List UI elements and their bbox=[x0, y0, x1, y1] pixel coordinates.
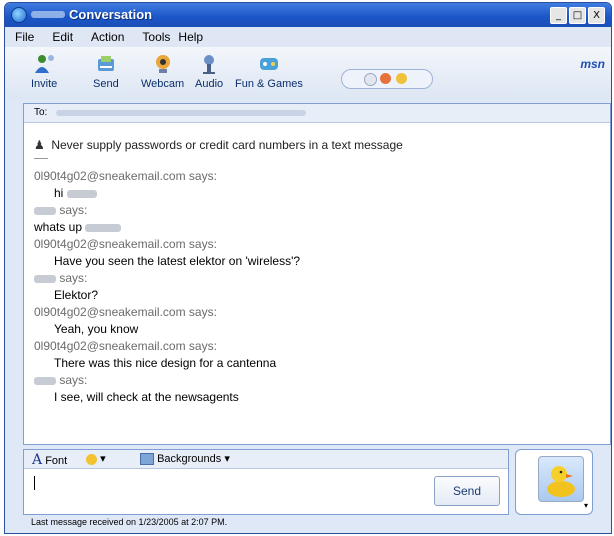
window-title: Conversation bbox=[69, 7, 153, 22]
display-picture[interactable] bbox=[538, 456, 584, 502]
fun-games-label: Fun & Games bbox=[235, 78, 303, 90]
message-text: Elektor? bbox=[54, 288, 99, 302]
backgrounds-button[interactable]: Backgrounds ▾ bbox=[140, 452, 230, 466]
conversation-history[interactable]: To: ♟ Never supply passwords or credit c… bbox=[23, 103, 611, 445]
message-sender: 0l90t4g02@sneakemail.com says: bbox=[34, 305, 217, 319]
compose-area: A Font ▾ Backgrounds ▾ Send bbox=[23, 449, 509, 515]
send-files-button[interactable]: Send bbox=[93, 53, 119, 90]
menu-tools[interactable]: Tools bbox=[142, 30, 170, 44]
title-bar[interactable]: Conversation _ □ X bbox=[5, 3, 611, 27]
sidebar-gutter bbox=[7, 103, 19, 513]
toolbar: Invite Send Webcam Audio Fun & Games msn bbox=[5, 47, 611, 99]
invite-button[interactable]: Invite bbox=[31, 53, 57, 90]
message-sender: 0l90t4g02@sneakemail.com says: bbox=[34, 237, 217, 251]
invite-icon bbox=[32, 53, 56, 75]
maximize-button[interactable]: □ bbox=[569, 7, 586, 24]
message-body: hi bbox=[54, 186, 64, 200]
message-sender: says: bbox=[34, 202, 600, 219]
wink-tab-icon[interactable] bbox=[396, 73, 407, 84]
to-bar: To: bbox=[24, 104, 610, 123]
display-picture-panel[interactable]: ▾ bbox=[515, 449, 593, 515]
chevron-down-icon: ▾ bbox=[100, 453, 106, 465]
message-sender: 0l90t4g02@sneakemail.com says: bbox=[34, 339, 217, 353]
flower-tab-icon[interactable] bbox=[380, 73, 391, 84]
message-text: Have you seen the latest elektor on 'wir… bbox=[54, 254, 301, 268]
redacted-name bbox=[34, 274, 56, 283]
message-input[interactable] bbox=[28, 470, 428, 510]
security-warning: ♟ Never supply passwords or credit card … bbox=[34, 138, 403, 152]
message-list: 0l90t4g02@sneakemail.com says: hi says: … bbox=[34, 168, 600, 406]
webcam-button[interactable]: Webcam bbox=[141, 53, 184, 90]
redacted-name bbox=[85, 223, 122, 232]
message-text: hi bbox=[34, 185, 600, 202]
conversation-window: Conversation _ □ X File Edit Action Tool… bbox=[4, 2, 612, 534]
divider bbox=[34, 158, 48, 159]
redacted-name bbox=[34, 206, 56, 215]
message-sender: 0l90t4g02@sneakemail.com says: bbox=[34, 169, 217, 183]
duck-icon bbox=[547, 466, 575, 497]
message-sender-suffix: says: bbox=[59, 203, 88, 217]
menu-bar: File Edit Action Tools Help bbox=[5, 27, 611, 47]
menu-edit[interactable]: Edit bbox=[52, 30, 73, 44]
message-body: whats up bbox=[34, 220, 83, 234]
menu-help[interactable]: Help bbox=[178, 30, 203, 44]
audio-label: Audio bbox=[195, 78, 224, 90]
backgrounds-icon bbox=[140, 453, 154, 466]
fun-games-button[interactable]: Fun & Games bbox=[235, 53, 303, 90]
message-text: Yeah, you know bbox=[54, 322, 139, 336]
send-files-label: Send bbox=[93, 78, 119, 90]
menu-action[interactable]: Action bbox=[91, 30, 124, 44]
warning-text: Never supply passwords or credit card nu… bbox=[51, 138, 403, 152]
redacted-contact-name bbox=[31, 11, 65, 18]
emoticon-tab-icon[interactable] bbox=[364, 73, 377, 86]
chevron-down-icon[interactable]: ▾ bbox=[584, 501, 588, 510]
message-text: whats up bbox=[34, 219, 600, 236]
message-sender: says: bbox=[34, 372, 600, 389]
menu-file[interactable]: File bbox=[15, 30, 34, 44]
chevron-down-icon: ▾ bbox=[224, 453, 230, 465]
redacted-name bbox=[66, 189, 97, 198]
font-button[interactable]: A Font bbox=[32, 452, 67, 468]
message-sender: says: bbox=[34, 270, 600, 287]
msn-logo: msn bbox=[580, 57, 605, 71]
window-controls: _ □ X bbox=[550, 7, 605, 24]
send-button[interactable]: Send bbox=[434, 476, 500, 506]
audio-button[interactable]: Audio bbox=[195, 53, 223, 90]
format-bar: A Font ▾ Backgrounds ▾ bbox=[24, 450, 508, 469]
message-sender-suffix: says: bbox=[59, 373, 88, 387]
redacted-name bbox=[34, 376, 56, 385]
message-text: I see, will check at the newsagents bbox=[54, 390, 239, 404]
msn-messenger-icon bbox=[11, 7, 27, 23]
to-label: To: bbox=[34, 107, 48, 118]
message-sender-suffix: says: bbox=[59, 271, 88, 285]
emoticon-tab-strip[interactable] bbox=[341, 69, 433, 89]
message-text: There was this nice design for a cantenn… bbox=[54, 356, 277, 370]
person-icon: ♟ bbox=[34, 138, 45, 152]
redacted-recipient bbox=[56, 110, 306, 116]
smiley-icon bbox=[86, 453, 97, 465]
invite-label: Invite bbox=[31, 78, 58, 90]
minimize-button[interactable]: _ bbox=[550, 7, 567, 24]
games-icon bbox=[257, 53, 281, 75]
font-icon: A bbox=[32, 452, 43, 468]
emoticon-picker-button[interactable]: ▾ bbox=[86, 452, 106, 465]
status-bar: Last message received on 1/23/2005 at 2:… bbox=[31, 517, 228, 527]
webcam-label: Webcam bbox=[141, 78, 185, 90]
webcam-icon bbox=[151, 53, 175, 75]
send-files-icon bbox=[94, 53, 118, 75]
backgrounds-label: Backgrounds bbox=[157, 453, 222, 465]
close-button[interactable]: X bbox=[588, 7, 605, 24]
font-label: Font bbox=[45, 455, 68, 467]
audio-icon bbox=[197, 53, 221, 75]
